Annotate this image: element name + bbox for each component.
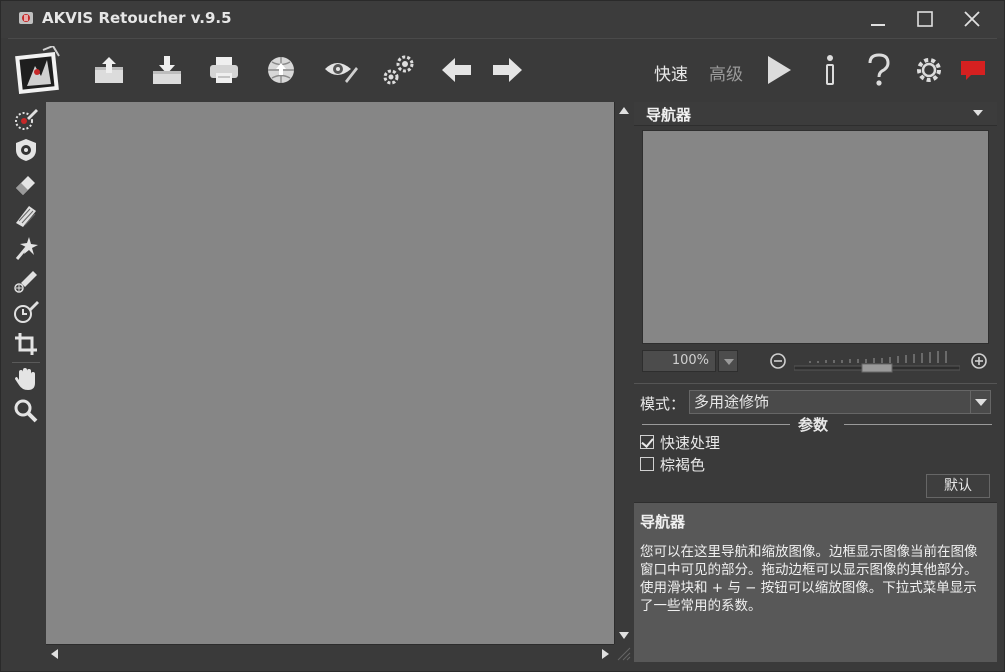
undo-arrow-icon[interactable] [438, 51, 476, 89]
navigator-title: 导航器 [646, 106, 692, 124]
protect-shield-tool-icon[interactable] [12, 136, 40, 164]
help-text: 您可以在这里导航和缩放图像。边框显示图像当前在图像窗口中可见的部分。拖动边框可以… [640, 544, 978, 614]
minimize-button[interactable] [858, 6, 898, 32]
title-bar: AKVIS Retoucher v.9.5 [0, 0, 1005, 38]
navigator-preview[interactable] [642, 130, 989, 344]
tool-separator [12, 362, 40, 363]
batch-settings-gears-icon[interactable] [380, 51, 418, 89]
run-play-icon[interactable] [760, 51, 798, 89]
vertical-scrollbar[interactable] [614, 102, 632, 644]
print-icon[interactable] [205, 51, 243, 89]
sepia-checkbox[interactable] [640, 457, 654, 471]
chevron-down-icon[interactable] [973, 110, 983, 116]
info-icon[interactable] [811, 51, 849, 89]
params-divider-right [844, 424, 992, 425]
main-toolbar: 快速 高级 [8, 38, 997, 100]
window-title: AKVIS Retoucher v.9.5 [42, 9, 232, 27]
scrollbar-corner-grip [614, 644, 632, 662]
panel-divider [634, 383, 997, 384]
horizontal-scrollbar[interactable] [46, 644, 614, 662]
right-panel: 导航器 100% 模式： 多用途修饰 参数 快速处理 棕褐色 默认 导航器 您可… [634, 102, 997, 662]
fast-processing-checkbox-row[interactable]: 快速处理 [640, 432, 720, 452]
eraser-tool-icon[interactable] [12, 169, 40, 197]
open-file-icon[interactable] [90, 51, 128, 89]
params-title: 参数 [798, 416, 829, 434]
params-divider-left [642, 424, 790, 425]
share-web-icon[interactable] [262, 51, 300, 89]
akvis-logo-icon[interactable] [12, 45, 68, 97]
zoom-slider[interactable] [793, 349, 961, 373]
navigator-header[interactable]: 导航器 [634, 102, 997, 126]
help-panel: 导航器 您可以在这里导航和缩放图像。边框显示图像当前在图像窗口中可见的部分。拖动… [634, 502, 997, 662]
save-file-icon[interactable] [148, 51, 186, 89]
mode-select[interactable]: 多用途修饰 [689, 390, 991, 414]
sepia-checkbox-row[interactable]: 棕褐色 [640, 454, 705, 474]
selection-brush-tool-icon[interactable] [12, 105, 40, 133]
mode-select-value: 多用途修饰 [694, 393, 770, 411]
fast-processing-label: 快速处理 [660, 433, 721, 452]
help-title: 导航器 [640, 513, 686, 531]
notification-message-icon[interactable] [954, 51, 992, 89]
settings-gear-icon[interactable] [910, 51, 948, 89]
mode-advanced-tab[interactable]: 高级 [709, 60, 743, 85]
patch-tool-icon[interactable] [12, 201, 40, 229]
zoom-value-field[interactable]: 100% [642, 350, 716, 372]
zoom-in-icon[interactable] [970, 352, 988, 374]
hand-pan-tool-icon[interactable] [12, 365, 40, 393]
maximize-button[interactable] [905, 6, 945, 32]
default-button[interactable]: 默认 [926, 474, 990, 498]
tool-panel [8, 102, 44, 662]
history-brush-tool-icon[interactable] [12, 298, 40, 326]
sepia-label: 棕褐色 [660, 455, 706, 474]
mode-express-tab[interactable]: 快速 [654, 60, 688, 85]
app-logo-icon [18, 10, 34, 26]
zoom-magnifier-tool-icon[interactable] [12, 397, 40, 425]
help-question-icon[interactable] [860, 51, 898, 89]
image-canvas[interactable] [46, 102, 614, 644]
magic-wand-tool-icon[interactable] [12, 234, 40, 262]
fast-processing-checkbox[interactable] [640, 435, 654, 449]
clone-stamp-tool-icon[interactable] [12, 266, 40, 294]
close-button[interactable] [952, 6, 992, 32]
crop-tool-icon[interactable] [12, 330, 40, 358]
redo-arrow-icon[interactable] [488, 51, 526, 89]
zoom-out-icon[interactable] [769, 352, 787, 374]
chevron-down-icon[interactable] [970, 391, 990, 413]
mode-label: 模式： [640, 395, 686, 413]
zoom-dropdown-button[interactable] [718, 350, 738, 372]
preferences-eye-icon[interactable] [322, 51, 360, 89]
